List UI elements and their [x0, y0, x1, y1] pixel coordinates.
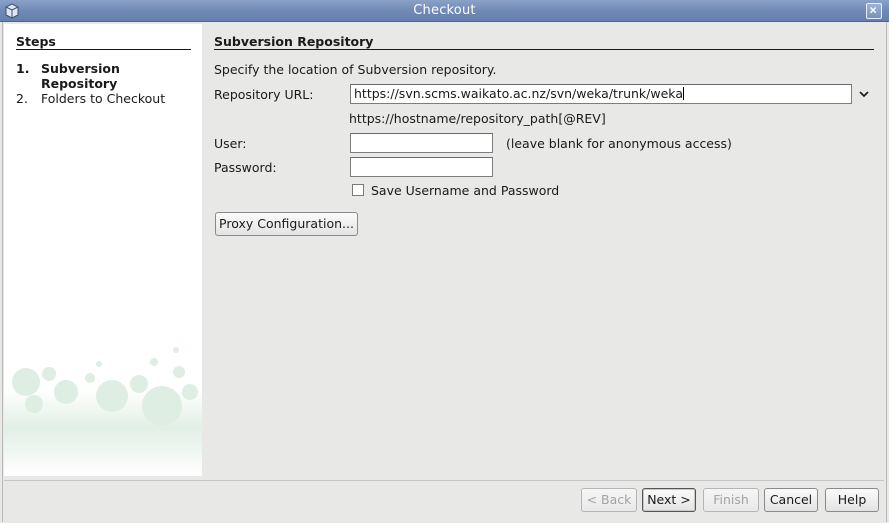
- window-title: Checkout: [413, 3, 476, 18]
- finish-button[interactable]: Finish: [703, 488, 759, 512]
- panel-heading: Subversion Repository: [214, 34, 374, 49]
- repository-url-value: https://svn.scms.waikato.ac.nz/svn/weka/…: [354, 86, 683, 101]
- step-number: 1.: [16, 61, 30, 76]
- repository-url-label: Repository URL:: [214, 87, 314, 102]
- password-label: Password:: [214, 160, 277, 175]
- user-hint: (leave blank for anonymous access): [506, 136, 732, 151]
- close-button[interactable]: [866, 3, 882, 19]
- divider: [4, 480, 884, 481]
- close-icon: [870, 7, 877, 14]
- save-credentials-label[interactable]: Save Username and Password: [371, 183, 559, 198]
- proxy-configuration-button[interactable]: Proxy Configuration...: [215, 212, 358, 236]
- next-button[interactable]: Next >: [642, 488, 696, 512]
- user-field[interactable]: [350, 133, 493, 153]
- back-button[interactable]: < Back: [581, 488, 637, 512]
- cancel-button[interactable]: Cancel: [764, 488, 818, 512]
- decorative-bubbles-image: [4, 347, 202, 476]
- chevron-down-icon[interactable]: [856, 86, 872, 102]
- step-number: 2.: [16, 91, 28, 106]
- step-label: Subversion Repository: [41, 61, 120, 91]
- instruction-text: Specify the location of Subversion repos…: [214, 62, 497, 77]
- text-caret: [682, 87, 684, 100]
- password-field[interactable]: [350, 157, 493, 177]
- repository-url-combobox[interactable]: https://svn.scms.waikato.ac.nz/svn/weka/…: [350, 84, 852, 104]
- steps-panel: Steps 1. Subversion Repository 2. Folder…: [4, 24, 202, 476]
- divider: [214, 49, 874, 50]
- divider: [16, 49, 191, 50]
- help-button[interactable]: Help: [825, 488, 879, 512]
- steps-heading: Steps: [16, 34, 56, 49]
- step-label: Folders to Checkout: [41, 91, 166, 106]
- save-credentials-checkbox[interactable]: [352, 184, 364, 196]
- repository-url-hint: https://hostname/repository_path[@REV]: [349, 111, 606, 126]
- user-label: User:: [214, 136, 247, 151]
